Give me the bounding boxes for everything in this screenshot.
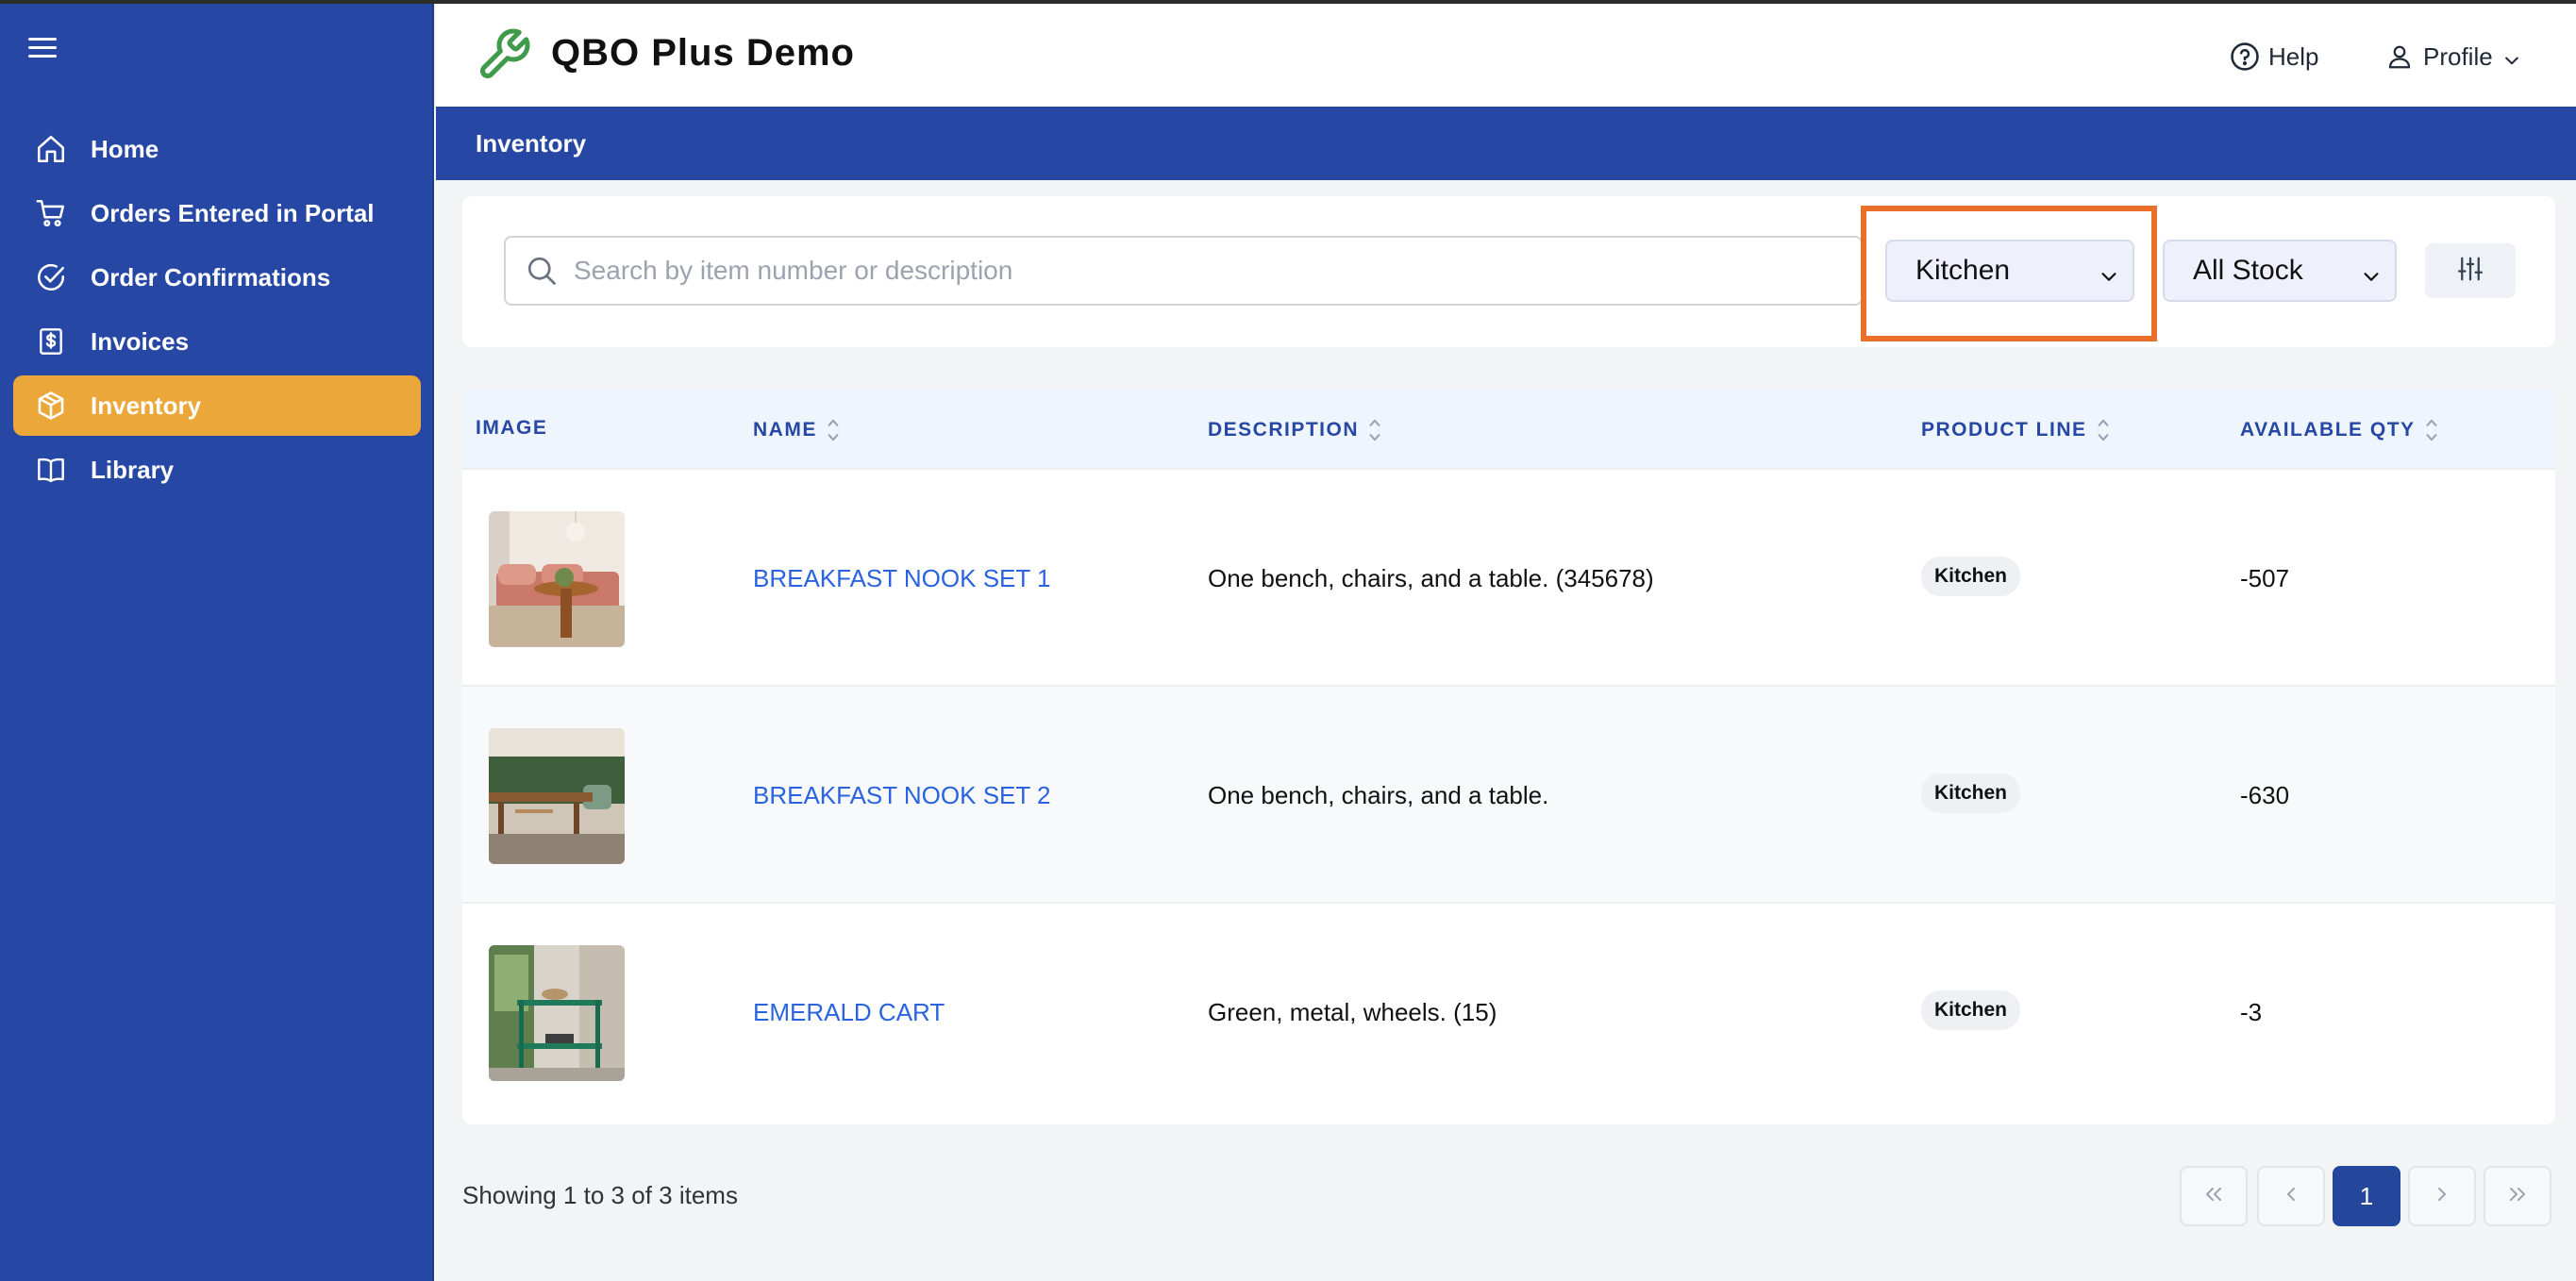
cart-icon bbox=[34, 196, 68, 230]
sidebar-item-label: Home bbox=[91, 134, 159, 163]
search-icon bbox=[525, 254, 559, 288]
sidebar-item-label: Inventory bbox=[91, 391, 202, 420]
product-image[interactable] bbox=[489, 511, 625, 647]
available-qty: -507 bbox=[2240, 564, 2290, 592]
home-icon bbox=[34, 132, 68, 166]
table-header: IMAGE NAME DESCRIPTION PRODUCT LINE AVAI… bbox=[462, 389, 2555, 468]
stock-filter-value: All Stock bbox=[2193, 255, 2303, 286]
invoice-dollar-icon bbox=[34, 324, 68, 358]
sidebar-item-label: Orders Entered in Portal bbox=[91, 198, 375, 227]
item-name-link[interactable]: BREAKFAST NOOK SET 1 bbox=[753, 564, 1050, 593]
profile-menu[interactable]: Profile bbox=[2385, 38, 2521, 75]
item-description: Green, metal, wheels. (15) bbox=[1208, 998, 1497, 1026]
filter-settings-button[interactable] bbox=[2425, 243, 2516, 298]
help-button[interactable]: Help bbox=[2229, 38, 2318, 75]
sliders-icon bbox=[2456, 255, 2484, 288]
chevron-down-icon bbox=[2361, 262, 2382, 283]
previous-page-button[interactable] bbox=[2257, 1166, 2325, 1226]
top-header: QBO Plus Demo Help Profile bbox=[436, 4, 2576, 107]
item-name-link[interactable]: EMERALD CART bbox=[753, 998, 945, 1027]
search-box bbox=[504, 236, 1863, 306]
page-title: Inventory bbox=[436, 107, 2576, 180]
column-header-available-qty[interactable]: AVAILABLE QTY bbox=[2240, 417, 2438, 443]
sort-icon bbox=[2098, 419, 2108, 441]
pagination-summary: Showing 1 to 3 of 3 items bbox=[462, 1181, 738, 1209]
sidebar-item-library[interactable]: Library bbox=[13, 440, 421, 500]
inventory-table: IMAGE NAME DESCRIPTION PRODUCT LINE AVAI… bbox=[462, 389, 2555, 1124]
available-qty: -3 bbox=[2240, 998, 2263, 1026]
stock-filter-select[interactable]: All Stock bbox=[2163, 240, 2397, 302]
user-icon bbox=[2385, 41, 2414, 73]
help-label: Help bbox=[2268, 42, 2319, 71]
column-header-description[interactable]: DESCRIPTION bbox=[1208, 417, 1381, 443]
sidebar-item-label: Invoices bbox=[91, 326, 190, 356]
product-line-value: Kitchen bbox=[1915, 255, 2011, 286]
product-line-badge: Kitchen bbox=[1921, 990, 2021, 1030]
check-circle-icon bbox=[34, 260, 68, 294]
sidebar-item-order-confirmations[interactable]: Order Confirmations bbox=[13, 247, 421, 308]
table-row: BREAKFAST NOOK SET 2 One bench, chairs, … bbox=[462, 685, 2555, 902]
product-line-select[interactable]: Kitchen bbox=[1885, 240, 2134, 302]
column-header-image: IMAGE bbox=[476, 417, 548, 439]
sidebar-nav: Home Orders Entered in Portal Order Conf… bbox=[13, 119, 421, 504]
search-input[interactable] bbox=[574, 256, 1838, 286]
profile-label: Profile bbox=[2423, 42, 2493, 71]
sidebar-item-orders-entered[interactable]: Orders Entered in Portal bbox=[13, 183, 421, 243]
app-title: QBO Plus Demo bbox=[551, 32, 855, 74]
window-top-line bbox=[0, 0, 2576, 4]
sidebar-item-invoices[interactable]: Invoices bbox=[13, 311, 421, 372]
sidebar-item-inventory[interactable]: Inventory bbox=[13, 375, 421, 436]
last-page-button[interactable] bbox=[2484, 1166, 2551, 1226]
sidebar-item-label: Library bbox=[91, 455, 175, 484]
table-row: EMERALD CART Green, metal, wheels. (15) … bbox=[462, 902, 2555, 1119]
sort-icon bbox=[828, 419, 839, 441]
first-page-button[interactable] bbox=[2180, 1166, 2248, 1226]
column-header-product-line[interactable]: PRODUCT LINE bbox=[1921, 417, 2110, 443]
page-1-button[interactable]: 1 bbox=[2333, 1166, 2400, 1226]
book-icon bbox=[34, 453, 68, 487]
wrench-icon bbox=[476, 26, 532, 83]
chevron-right-icon bbox=[2431, 1183, 2453, 1210]
menu-icon[interactable] bbox=[28, 36, 60, 60]
chevron-left-icon bbox=[2280, 1183, 2302, 1210]
chevron-down-icon bbox=[2099, 262, 2119, 283]
sort-icon bbox=[2426, 419, 2437, 441]
chevrons-right-icon bbox=[2506, 1183, 2529, 1210]
item-name-link[interactable]: BREAKFAST NOOK SET 2 bbox=[753, 781, 1050, 810]
available-qty: -630 bbox=[2240, 781, 2290, 809]
product-image[interactable] bbox=[489, 728, 625, 864]
sidebar: Home Orders Entered in Portal Order Conf… bbox=[0, 4, 434, 1281]
table-row: BREAKFAST NOOK SET 1 One bench, chairs, … bbox=[462, 468, 2555, 685]
box-icon bbox=[34, 389, 68, 423]
product-image[interactable] bbox=[489, 945, 625, 1081]
item-description: One bench, chairs, and a table. (345678) bbox=[1208, 564, 1654, 592]
sidebar-item-label: Order Confirmations bbox=[91, 262, 331, 291]
sidebar-item-home[interactable]: Home bbox=[13, 119, 421, 179]
item-description: One bench, chairs, and a table. bbox=[1208, 781, 1549, 809]
current-page-number: 1 bbox=[2359, 1181, 2374, 1210]
product-line-badge: Kitchen bbox=[1921, 774, 2021, 813]
next-page-button[interactable] bbox=[2408, 1166, 2476, 1226]
chevron-down-icon bbox=[2502, 47, 2521, 66]
filter-bar: Kitchen All Stock bbox=[462, 196, 2555, 347]
column-header-name[interactable]: NAME bbox=[753, 417, 840, 443]
help-circle-icon bbox=[2229, 41, 2261, 73]
chevrons-left-icon bbox=[2202, 1183, 2225, 1210]
product-line-badge: Kitchen bbox=[1921, 557, 2021, 596]
sort-icon bbox=[1369, 419, 1380, 441]
